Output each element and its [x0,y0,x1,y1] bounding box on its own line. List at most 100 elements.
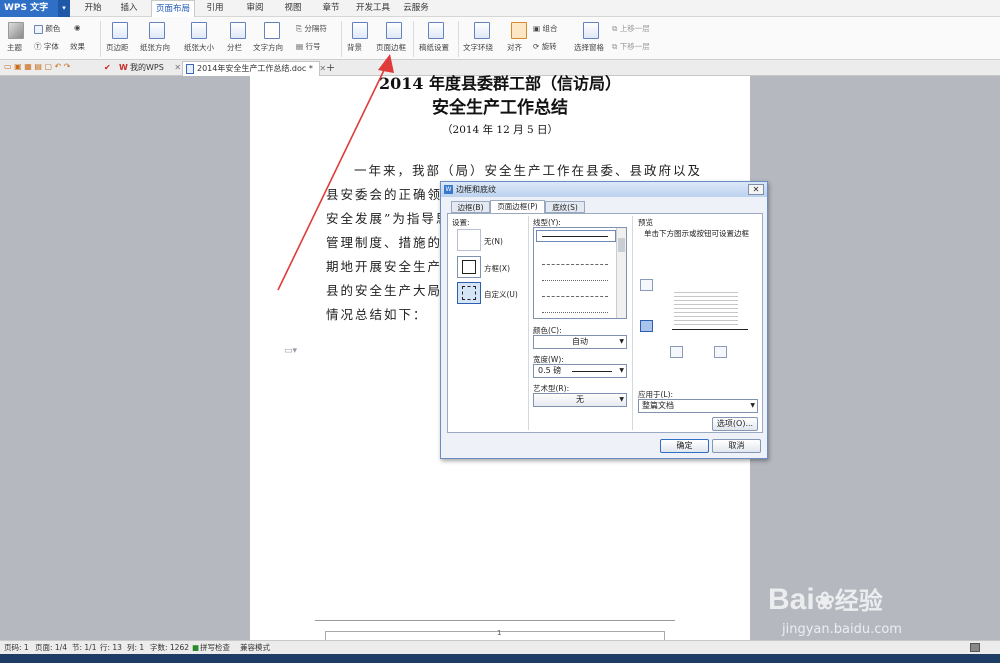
orientation-icon[interactable] [149,22,165,39]
art-select[interactable]: 无 ▼ [533,393,627,407]
line-style-solid[interactable] [542,236,608,237]
custom-frame-icon [462,286,476,300]
text-wrap-icon[interactable] [474,22,490,39]
color-select[interactable]: 自动 ▼ [533,335,627,349]
line-style-dotted[interactable] [542,280,608,281]
bring-forward-icon: ⧉ [612,24,618,33]
color-button[interactable]: 颜色 [34,23,60,34]
columns-button[interactable]: 分栏 [227,42,242,53]
effect-button[interactable]: 效果 [70,41,85,52]
ribbon-toolbar: 主题 颜色 Ⓣ 字体 ◉ 效果 页边距 纸张方向 纸张大小 分栏 文字方向 ⎘ … [0,17,1000,60]
page-border-icon[interactable] [386,22,402,39]
spellcheck-icon[interactable]: ■ [192,641,199,654]
background-icon[interactable] [352,22,368,39]
app-logo-label: WPS 文字 [4,3,49,13]
selection-pane-icon[interactable] [583,22,599,39]
orientation-button[interactable]: 纸张方向 [140,42,170,53]
width-select[interactable]: 0.5 磅 ▼ [533,364,627,378]
save-icon[interactable]: ▣ [14,62,22,71]
art-value: 无 [576,395,584,404]
tab-my-wps[interactable]: W 我的WPS ✕ [116,61,182,76]
border-preview[interactable] [638,272,758,342]
text-direction-icon[interactable] [264,22,280,39]
print-icon[interactable]: ▤ [34,62,42,71]
tab-cloud[interactable]: 云服务 [398,0,434,17]
tab-review[interactable]: 审阅 [240,0,270,17]
setting-none[interactable]: 无(N) [484,236,503,247]
paragraph-marker-icon[interactable]: ▭▾ [284,346,297,356]
tab-view[interactable]: 视图 [278,0,308,17]
pin-icon[interactable]: ✔ [104,63,111,72]
selection-pane-button[interactable]: 选择窗格 [574,42,604,53]
line-style-dashdotdot[interactable] [542,312,608,313]
line-style-dashdot[interactable] [542,296,608,297]
tab-page-layout[interactable]: 页面布局 [151,0,195,17]
annotation-arrow [277,54,394,291]
bring-forward-button[interactable]: ⧉ 上移一层 [612,23,650,34]
separator-button[interactable]: ⎘ 分隔符 [296,23,327,34]
options-button[interactable]: 选项(O)... [712,417,758,431]
doc-paragraph-line: 情况总结如下： [326,307,428,322]
line-style-dashed[interactable] [542,264,608,265]
tab-borders[interactable]: 边框(B) [451,201,490,213]
tab-chapter[interactable]: 章节 [316,0,346,17]
tab-insert[interactable]: 插入 [114,0,144,17]
line-style-list[interactable] [533,227,627,319]
right-border-toggle[interactable] [714,346,727,358]
columns-icon[interactable] [230,22,246,39]
apply-to-select[interactable]: 整篇文档 ▼ [638,399,758,413]
close-icon[interactable]: ✕ [748,184,764,195]
dialog-title-bar: W 边框和底纹 ✕ [441,182,767,197]
font-button[interactable]: Ⓣ 字体 [34,41,59,52]
app-menu-dropdown-icon[interactable]: ▾ [58,0,70,17]
tab-start[interactable]: 开始 [78,0,108,17]
paper-size-button[interactable]: 纸张大小 [184,42,214,53]
effect-top-icon[interactable]: ◉ [74,23,81,32]
preview-icon[interactable]: ▢ [44,62,52,71]
status-section: 节: 1/1 [72,643,97,652]
tab-reference[interactable]: 引用 [200,0,230,17]
paper-size-icon[interactable] [191,22,207,39]
close-icon[interactable]: ✕ [174,63,181,72]
setting-custom-icon[interactable] [457,282,481,304]
open-icon[interactable]: ▭ [4,62,12,71]
paper-setup-button[interactable]: 稿纸设置 [419,42,449,53]
send-backward-button[interactable]: ⧉ 下移一层 [612,41,650,52]
wps-dialog-icon: W [444,185,453,194]
margins-button[interactable]: 页边距 [106,42,129,53]
cancel-button[interactable]: 取消 [712,439,761,453]
theme-button[interactable]: 主题 [7,42,22,53]
setting-box[interactable]: 方框(X) [484,263,510,274]
setting-custom[interactable]: 自定义(U) [484,289,518,300]
text-wrap-button[interactable]: 文字环绕 [463,42,493,53]
align-icon[interactable] [511,22,527,39]
setting-none-icon[interactable] [457,229,481,251]
doc-paragraph-line: 一年来，我部（局）安全生产工作在县委、县政府以及 [354,163,703,178]
undo-icon[interactable]: ↶ [55,62,62,71]
status-page-no: 页码: 1 [4,643,29,652]
dropdown-arrow-icon: ▼ [619,367,624,374]
ok-button[interactable]: 确定 [660,439,709,453]
group-button[interactable]: ▣ 组合 [533,23,557,34]
setting-box-icon[interactable] [457,256,481,278]
spellcheck-toggle[interactable]: 拼写检查 [200,641,230,654]
theme-icon[interactable] [8,22,24,39]
redo-icon[interactable]: ↷ [64,62,71,71]
watermark-brand: Bai❀经验 [768,581,883,617]
margins-icon[interactable] [112,22,128,39]
tab-shading[interactable]: 底纹(S) [545,201,585,213]
dropdown-arrow-icon: ▼ [619,338,624,345]
pdf-icon[interactable]: ▦ [24,62,32,71]
wps-app-button[interactable]: WPS 文字 ▾ [0,0,70,17]
tab-developer[interactable]: 开发工具 [352,0,394,17]
align-button[interactable]: 对齐 [507,42,522,53]
left-border-toggle[interactable] [670,346,683,358]
apply-to-value: 整篇文档 [642,401,674,410]
ribbon-divider [413,21,414,57]
paper-setup-icon[interactable] [428,22,444,39]
view-mode-icon[interactable] [970,643,980,652]
scrollbar-thumb[interactable] [618,238,625,252]
rotate-button[interactable]: ⟳ 旋转 [533,41,557,52]
tab-page-border[interactable]: 页面边框(P) [490,200,545,214]
line-style-scrollbar[interactable] [616,228,626,318]
